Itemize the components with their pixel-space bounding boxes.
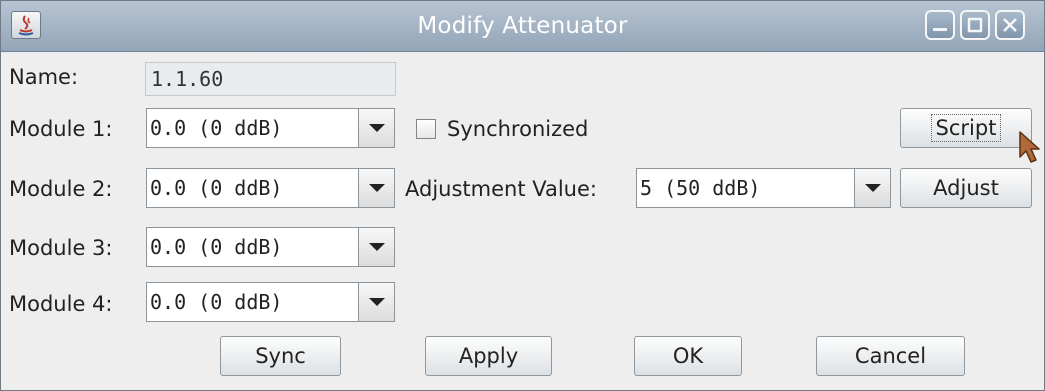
modify-attenuator-window: Modify Attenuator Name: 1.1.60 Module 1:… (0, 0, 1045, 391)
adjust-button[interactable]: Adjust (900, 168, 1032, 208)
sync-button[interactable]: Sync (220, 336, 341, 376)
ok-button[interactable]: OK (634, 336, 742, 376)
synchronized-checkbox[interactable] (416, 119, 436, 139)
chevron-down-icon[interactable] (358, 169, 394, 207)
chevron-down-icon[interactable] (358, 283, 394, 321)
module-1-value: 0.0 (0 ddB) (150, 116, 283, 140)
module-2-select[interactable]: 0.0 (0 ddB) (146, 168, 395, 208)
minimize-icon[interactable] (925, 10, 955, 40)
module-3-select[interactable]: 0.0 (0 ddB) (146, 227, 395, 267)
module-1-select[interactable]: 0.0 (0 ddB) (146, 108, 395, 148)
module-3-label: Module 3: (9, 236, 113, 260)
module-1-label: Module 1: (9, 117, 113, 141)
module-4-select[interactable]: 0.0 (0 ddB) (146, 282, 395, 322)
module-2-label: Module 2: (9, 177, 113, 201)
script-button-label: Script (930, 114, 1002, 142)
close-icon[interactable] (995, 10, 1025, 40)
window-title: Modify Attenuator (417, 13, 628, 39)
synchronized-label: Synchronized (447, 117, 589, 141)
adjustment-value-select[interactable]: 5 (50 ddB) (636, 168, 891, 208)
name-label: Name: (9, 65, 79, 89)
mouse-cursor-icon (1018, 130, 1042, 170)
title-bar[interactable]: Modify Attenuator (1, 1, 1044, 52)
cancel-button[interactable]: Cancel (816, 336, 965, 376)
chevron-down-icon[interactable] (358, 228, 394, 266)
script-button[interactable]: Script (900, 108, 1032, 148)
name-field: 1.1.60 (145, 62, 396, 96)
module-3-value: 0.0 (0 ddB) (150, 235, 283, 259)
adjustment-value-label: Adjustment Value: (405, 177, 597, 201)
module-4-value: 0.0 (0 ddB) (150, 290, 283, 314)
adjustment-value: 5 (50 ddB) (640, 176, 761, 200)
chevron-down-icon[interactable] (358, 109, 394, 147)
module-2-value: 0.0 (0 ddB) (150, 176, 283, 200)
module-4-label: Module 4: (9, 292, 113, 316)
apply-button[interactable]: Apply (425, 336, 552, 376)
chevron-down-icon[interactable] (854, 169, 890, 207)
maximize-icon[interactable] (960, 10, 990, 40)
